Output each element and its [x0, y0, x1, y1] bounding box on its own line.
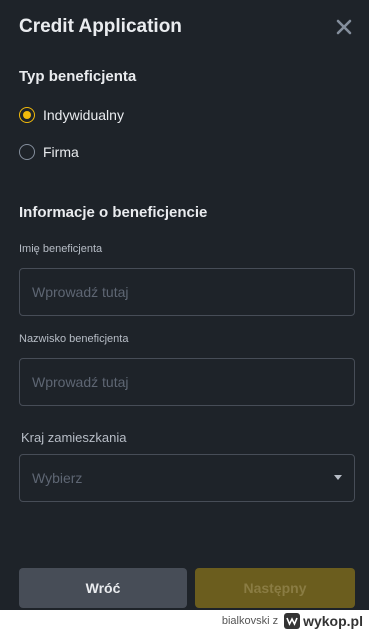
last-name-input[interactable]: [19, 358, 355, 406]
country-select-placeholder: Wybierz: [32, 470, 83, 486]
modal-header: Credit Application: [19, 14, 355, 40]
wykop-logo: wykop.pl: [284, 613, 363, 629]
next-button[interactable]: Następny: [195, 568, 355, 608]
caret-down-icon: [334, 475, 342, 481]
beneficiary-info-title: Informacje o beneficjencie: [19, 204, 208, 221]
radio-indicator[interactable]: [19, 144, 35, 160]
last-name-label: Nazwisko beneficjenta: [19, 333, 129, 345]
radio-individual[interactable]: Indywidualny: [19, 107, 124, 123]
radio-company-label: Firma: [43, 144, 79, 160]
first-name-label: Imię beneficjenta: [19, 243, 103, 255]
footer-watermark: bialkovski z wykop.pl: [0, 610, 369, 632]
close-icon: [336, 19, 352, 35]
wykop-logo-text: wykop.pl: [303, 613, 363, 629]
first-name-input[interactable]: [19, 268, 355, 316]
radio-individual-label: Indywidualny: [43, 107, 124, 123]
radio-indicator-checked[interactable]: [19, 107, 35, 123]
beneficiary-type-title: Typ beneficjenta: [19, 68, 137, 85]
country-select[interactable]: Wybierz: [19, 454, 355, 502]
back-button[interactable]: Wróć: [19, 568, 187, 608]
credit-application-modal: Credit Application Typ beneficjenta Indy…: [0, 0, 369, 610]
footer-user: bialkovski z: [221, 615, 279, 627]
radio-company[interactable]: Firma: [19, 144, 79, 160]
close-button[interactable]: [333, 16, 355, 38]
country-label: Kraj zamieszkania: [21, 430, 127, 445]
modal-title: Credit Application: [19, 16, 182, 37]
wykop-logo-icon: [284, 613, 301, 629]
